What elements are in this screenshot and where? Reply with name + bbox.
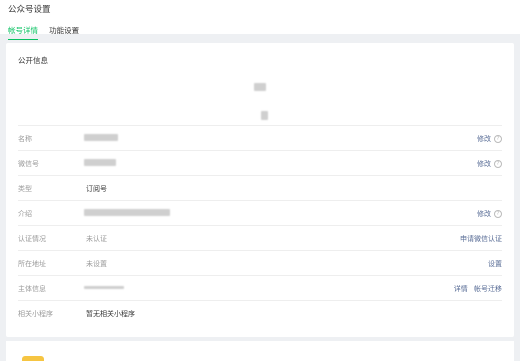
row-name: 名称 修改?	[18, 125, 502, 150]
row-label: 微信号	[18, 160, 39, 168]
help-icon[interactable]: ?	[494, 160, 502, 168]
row-verification: 认证情况 未认证 申请微信认证	[18, 225, 502, 250]
row-type: 类型 订阅号	[18, 175, 502, 200]
avatar	[254, 83, 266, 91]
help-icon[interactable]: ?	[494, 135, 502, 143]
row-label: 类型	[18, 185, 32, 193]
row-intro: 介绍 修改?	[18, 200, 502, 225]
row-entity: 主体信息 详情 帐号迁移	[18, 275, 502, 300]
wechat-id-value	[84, 159, 116, 166]
type-value: 订阅号	[86, 185, 107, 193]
edit-name-button[interactable]: 修改?	[477, 134, 502, 144]
tab-account-details[interactable]: 帐号详情	[8, 25, 38, 40]
row-label: 名称	[18, 135, 32, 143]
section-title: 公开信息	[18, 56, 48, 65]
row-label: 相关小程序	[18, 310, 53, 318]
tab-function-settings[interactable]: 功能设置	[49, 25, 79, 39]
header: 公众号设置 帐号详情 功能设置	[0, 0, 520, 40]
tab-bar: 帐号详情 功能设置	[8, 18, 85, 40]
edit-wechat-id-button[interactable]: 修改?	[477, 159, 502, 169]
help-icon[interactable]: ?	[494, 210, 502, 218]
page-title: 公众号设置	[8, 5, 51, 15]
next-section	[6, 341, 514, 361]
section-badge	[22, 356, 44, 361]
row-label: 介绍	[18, 210, 32, 218]
entity-actions: 详情 帐号迁移	[450, 284, 502, 294]
intro-value	[84, 209, 170, 216]
row-label: 认证情况	[18, 235, 46, 243]
apply-verification-link[interactable]: 申请微信认证	[460, 234, 502, 244]
qrcode-preview	[261, 111, 268, 120]
entity-value	[84, 286, 124, 289]
entity-details-link[interactable]: 详情	[454, 285, 468, 293]
mini-programs-value: 暂无相关小程序	[86, 310, 135, 318]
row-label: 主体信息	[18, 285, 46, 293]
edit-intro-button[interactable]: 修改?	[477, 209, 502, 219]
row-address: 所在地址 未设置 设置	[18, 250, 502, 275]
name-value	[84, 134, 118, 141]
set-address-link[interactable]: 设置	[488, 259, 502, 269]
public-info-card: 公开信息 名称 修改? 微信号 修改? 类型 订阅号 介绍 修改? 认证情况 未…	[6, 43, 514, 337]
row-wechat-id: 微信号 修改?	[18, 150, 502, 175]
row-label: 所在地址	[18, 260, 46, 268]
account-migration-link[interactable]: 帐号迁移	[474, 285, 502, 293]
verification-value: 未认证	[86, 235, 107, 243]
row-mini-programs: 相关小程序 暂无相关小程序	[18, 300, 502, 325]
address-value: 未设置	[86, 260, 107, 268]
